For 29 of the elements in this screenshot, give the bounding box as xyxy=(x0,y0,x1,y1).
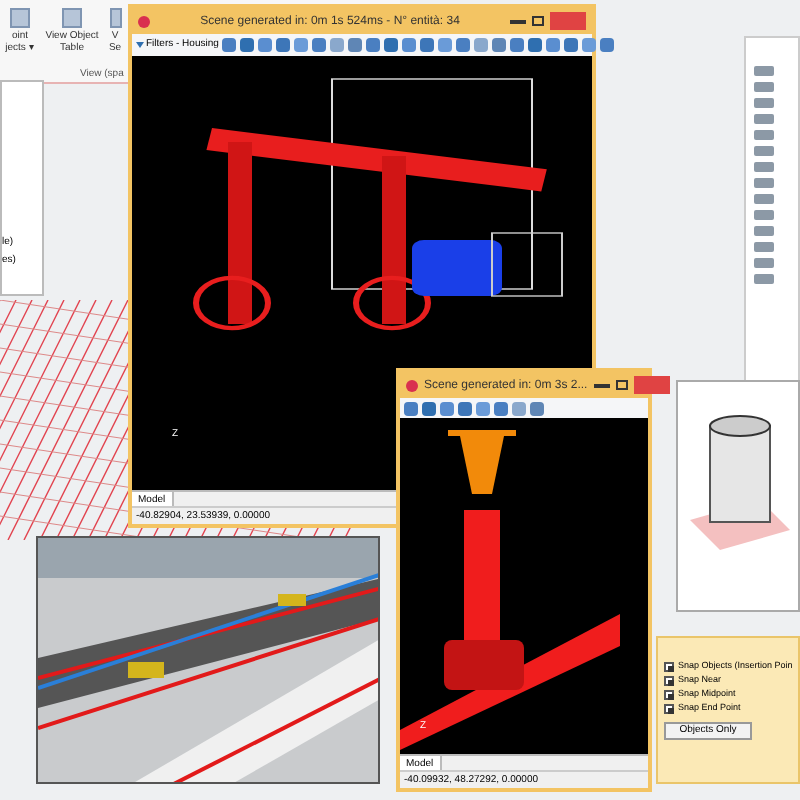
checkbox[interactable] xyxy=(664,662,674,672)
tree-node-icon[interactable] xyxy=(754,98,774,108)
checkbox[interactable] xyxy=(664,690,674,700)
tree-node-icon[interactable] xyxy=(754,274,774,284)
tree-node-icon[interactable] xyxy=(754,194,774,204)
tree-node-icon[interactable] xyxy=(754,210,774,220)
tree-node-icon[interactable] xyxy=(754,242,774,252)
tree-node-icon[interactable] xyxy=(754,178,774,188)
checkbox[interactable] xyxy=(664,676,674,686)
tree-node-icon[interactable] xyxy=(754,226,774,236)
tree-node-icon[interactable] xyxy=(754,162,774,172)
maximize-button[interactable] xyxy=(532,16,544,26)
maximize-button[interactable] xyxy=(615,380,628,390)
tank-drawing xyxy=(690,410,790,550)
tree-node-icon[interactable] xyxy=(754,130,774,140)
ribbon-button-icon xyxy=(62,8,82,28)
tree-node-icon[interactable] xyxy=(754,66,774,76)
minimize-button[interactable] xyxy=(593,383,610,387)
caret-icon xyxy=(136,42,144,48)
tree-node-icon[interactable] xyxy=(754,146,774,156)
ribbon-button-icon xyxy=(10,8,30,28)
tree-node-icon[interactable] xyxy=(754,82,774,92)
app-logo-icon xyxy=(138,15,150,27)
checkbox[interactable] xyxy=(664,704,674,714)
tree-node-icon[interactable] xyxy=(754,114,774,124)
tree-node-icon[interactable] xyxy=(754,258,774,268)
minimize-button[interactable] xyxy=(510,19,526,23)
app-logo-icon xyxy=(406,379,418,391)
ribbon-button-icon xyxy=(109,8,121,28)
